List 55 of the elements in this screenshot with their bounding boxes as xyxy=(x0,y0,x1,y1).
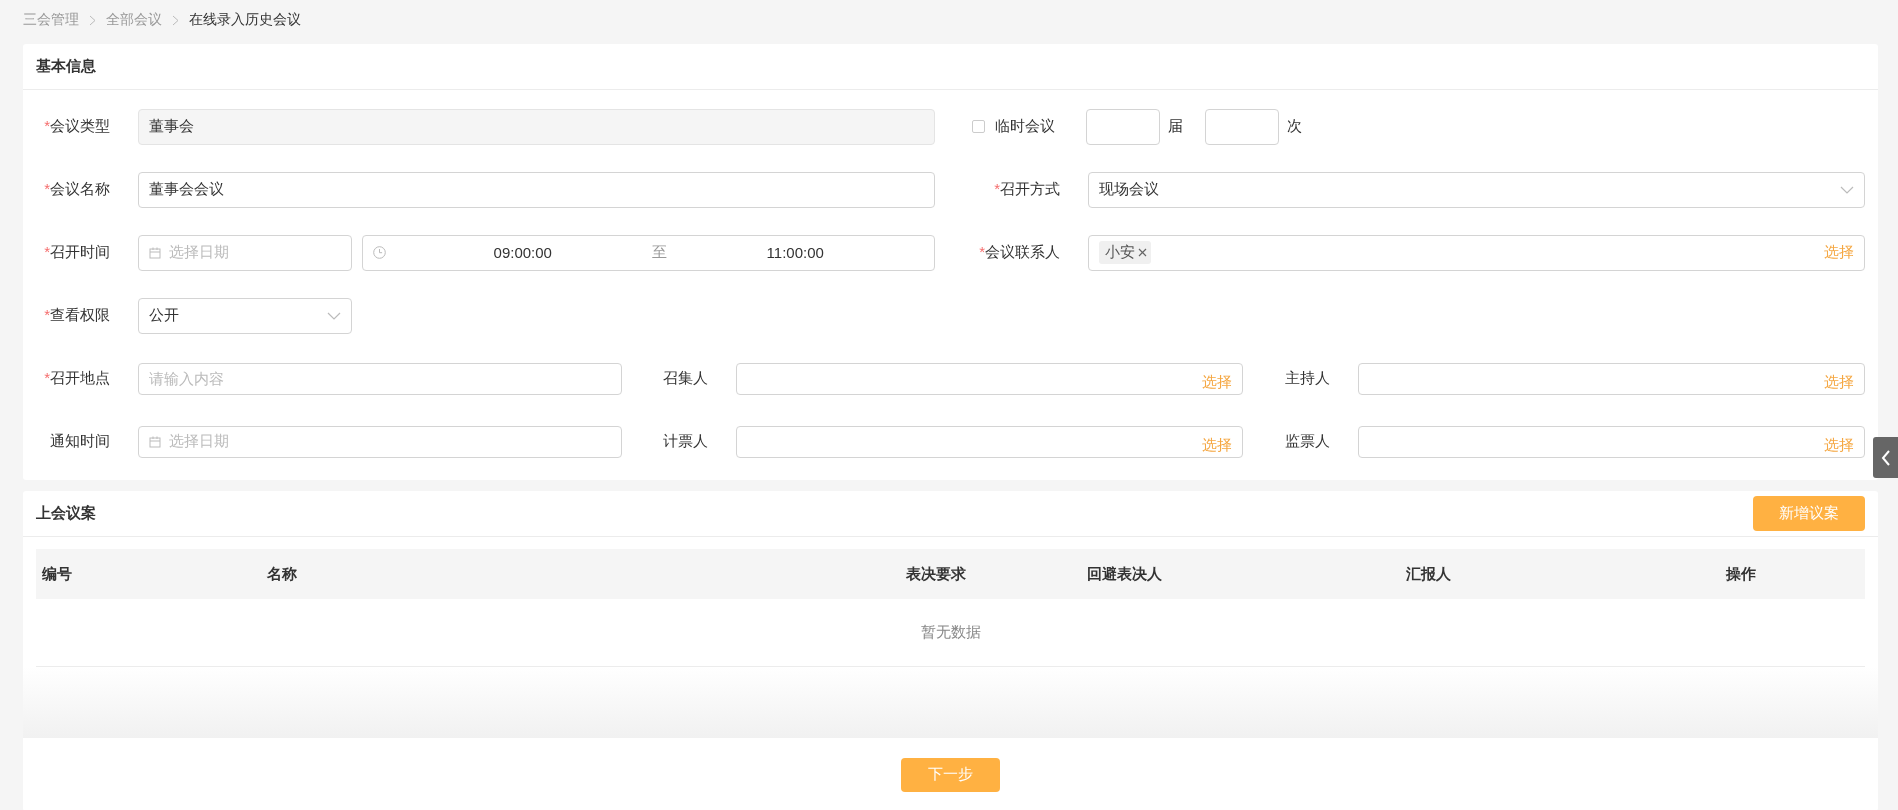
column-header: 名称 xyxy=(266,564,298,584)
breadcrumb-link[interactable]: 三会管理 xyxy=(23,11,79,29)
field-label: *召开方式 xyxy=(994,180,1060,199)
column-header: 表决要求 xyxy=(905,564,967,584)
person-picker-field[interactable]: 选择 xyxy=(1358,425,1865,458)
clock-icon xyxy=(373,246,386,259)
close-icon[interactable] xyxy=(1138,248,1147,257)
text-field[interactable]: 请输入内容 xyxy=(138,362,622,395)
contact-tag: 小安 xyxy=(1099,241,1151,264)
select-field[interactable]: 公开 xyxy=(138,297,352,334)
field-label: *查看权限 xyxy=(44,306,110,325)
section-title: 基本信息 xyxy=(36,57,96,76)
field-label: 计票人 xyxy=(663,432,708,451)
field-label: *会议名称 xyxy=(44,180,110,199)
column-header: 操作 xyxy=(1725,564,1757,584)
contact-picker-field[interactable]: 小安 选择 xyxy=(1088,234,1865,271)
person-picker-field[interactable]: 选择 xyxy=(736,362,1243,395)
checkbox[interactable] xyxy=(972,120,985,133)
calendar-icon xyxy=(149,246,161,259)
field-label: 主持人 xyxy=(1285,369,1330,388)
field-label: 召集人 xyxy=(663,369,708,388)
field-label: *召开时间 xyxy=(44,243,110,262)
field-label: *会议类型 xyxy=(44,117,110,136)
next-step-button[interactable]: 下一步 xyxy=(901,757,1000,792)
chevron-right-icon xyxy=(89,14,96,26)
count-field[interactable] xyxy=(1205,108,1279,145)
side-panel-toggle[interactable] xyxy=(1873,437,1898,478)
time-range-field[interactable]: 09:00:00 至 11:00:00 xyxy=(362,234,935,271)
chevron-down-icon xyxy=(327,311,341,320)
person-picker-field[interactable]: 选择 xyxy=(736,425,1243,458)
calendar-icon xyxy=(149,435,161,448)
section-title: 上会议案 xyxy=(36,504,96,523)
unit-label: 次 xyxy=(1287,117,1302,136)
field-label: *召开地点 xyxy=(44,369,110,388)
breadcrumb-link[interactable]: 全部会议 xyxy=(106,11,162,29)
unit-label: 届 xyxy=(1168,117,1183,136)
chevron-left-icon xyxy=(1880,449,1891,466)
column-header: 回避表决人 xyxy=(1086,564,1163,584)
field-label: *会议联系人 xyxy=(979,243,1060,262)
field-label: 监票人 xyxy=(1285,432,1330,451)
field-label: 通知时间 xyxy=(50,432,110,451)
person-picker-field[interactable]: 选择 xyxy=(1358,362,1865,395)
count-field[interactable] xyxy=(1086,108,1160,145)
breadcrumb-link[interactable]: 在线录入历史会议 xyxy=(189,11,301,29)
chevron-down-icon xyxy=(1840,185,1854,194)
column-header: 汇报人 xyxy=(1405,564,1452,584)
add-proposal-button[interactable]: 新增议案 xyxy=(1753,496,1865,531)
date-field[interactable]: 选择日期 xyxy=(138,234,352,271)
checkbox-label: 临时会议 xyxy=(995,117,1055,136)
empty-message: 暂无数据 xyxy=(920,623,981,642)
chevron-right-icon xyxy=(172,14,179,26)
date-field[interactable]: 选择日期 xyxy=(138,425,622,458)
text-field[interactable]: 董事会会议 xyxy=(138,171,935,208)
select-field[interactable]: 现场会议 xyxy=(1088,171,1865,208)
column-header: 编号 xyxy=(41,564,73,584)
